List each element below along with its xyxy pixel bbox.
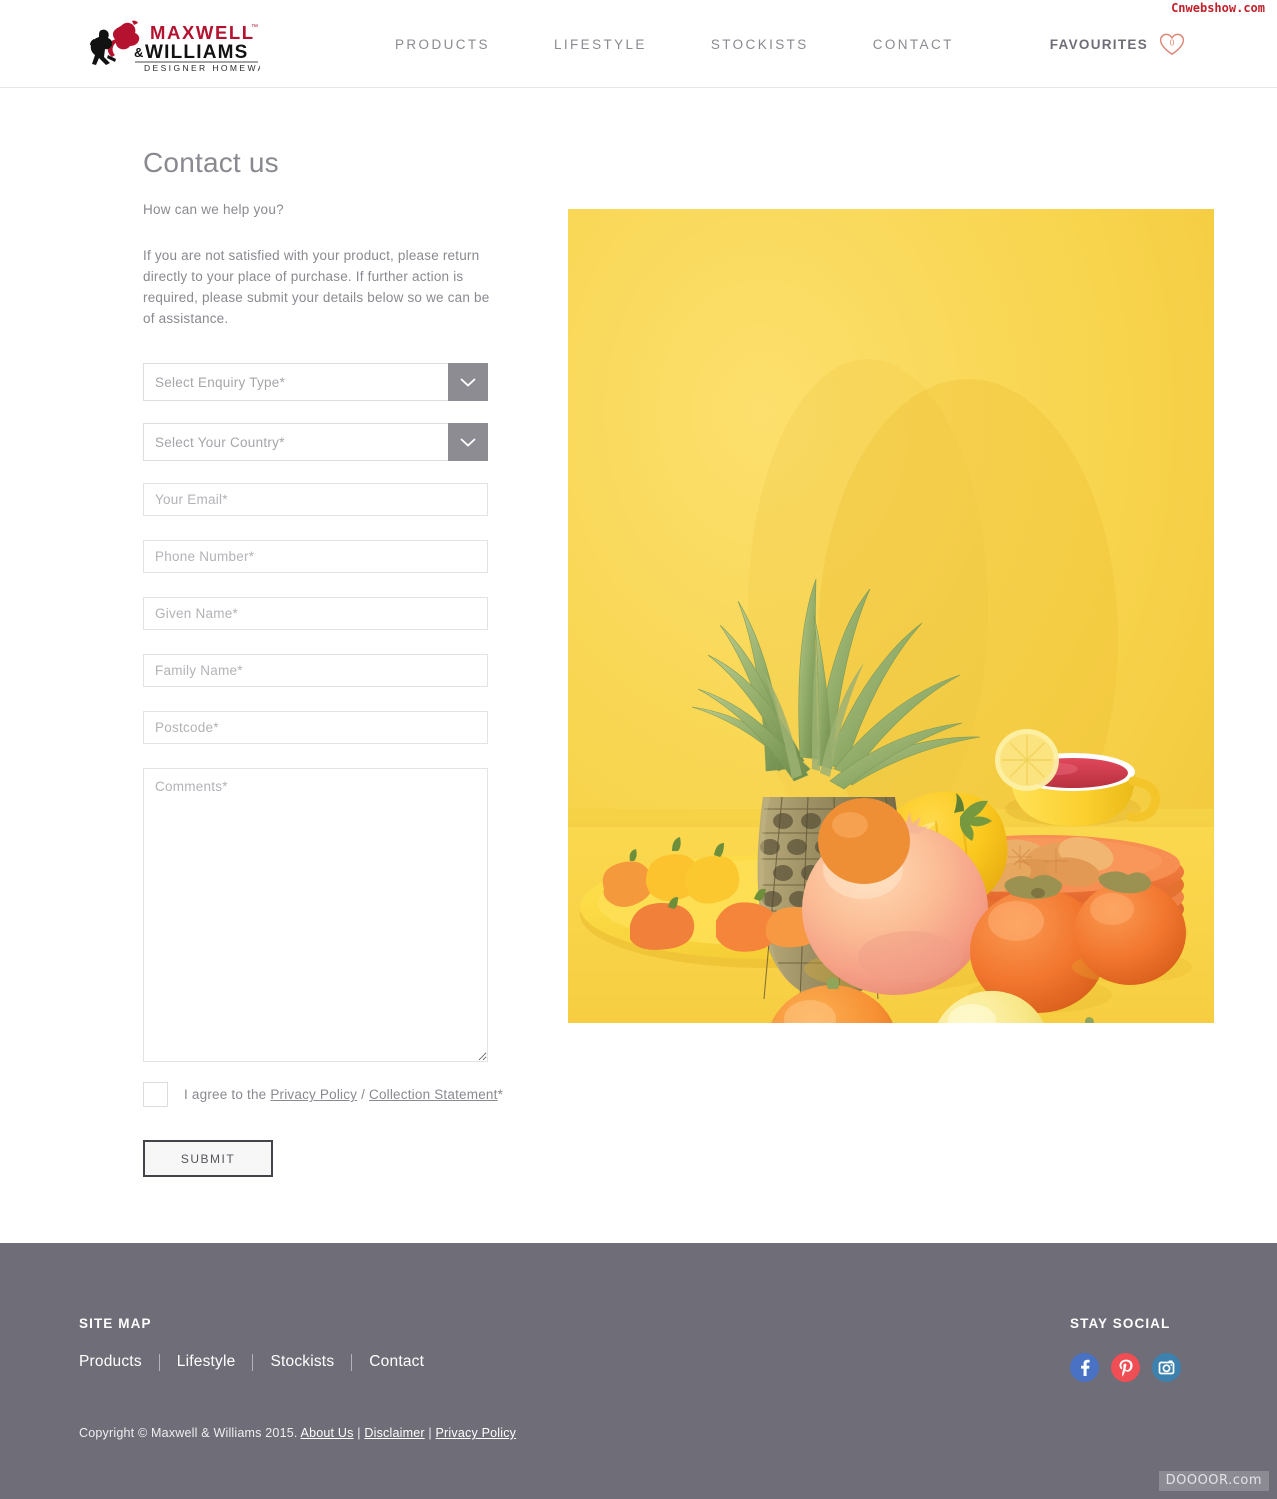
footer-social: STAY SOCIAL (1070, 1316, 1185, 1382)
footer-privacy-policy-link[interactable]: Privacy Policy (436, 1426, 517, 1440)
contact-form-column: Contact us How can we help you? If you a… (143, 147, 503, 1178)
sitemap-heading: SITE MAP (79, 1316, 152, 1331)
email-field[interactable] (143, 483, 488, 517)
nav-item-contact[interactable]: CONTACT (841, 37, 986, 52)
divider: | (353, 1426, 365, 1440)
footer-copyright: Copyright © Maxwell & Williams 2015. Abo… (79, 1426, 516, 1440)
instagram-icon[interactable] (1152, 1353, 1181, 1382)
copyright-text: Copyright © Maxwell & Williams 2015. (79, 1426, 301, 1440)
fruit-still-life-illustration (568, 209, 1214, 1023)
brand-logo[interactable]: MAXWELL ™ & WILLIAMS DESIGNER HOMEWARES (88, 17, 260, 72)
agree-divider: / (357, 1087, 369, 1103)
social-icons (1070, 1353, 1185, 1382)
nav-item-lifestyle[interactable]: LIFESTYLE (522, 37, 679, 52)
footer-link-stockists[interactable]: Stockists (253, 1353, 351, 1371)
footer-link-lifestyle[interactable]: Lifestyle (160, 1353, 253, 1371)
agree-prefix: I agree to the (184, 1087, 271, 1103)
svg-text:WILLIAMS: WILLIAMS (145, 42, 249, 63)
site-header: MAXWELL ™ & WILLIAMS DESIGNER HOMEWARES … (0, 0, 1277, 88)
svg-text:MAXWELL: MAXWELL (150, 22, 255, 43)
favourites-link[interactable]: FAVOURITES 0 (1050, 0, 1185, 88)
divider: | (424, 1426, 436, 1440)
lemon-slice (995, 729, 1059, 791)
svg-text:&: & (134, 45, 143, 60)
facebook-icon[interactable] (1070, 1353, 1099, 1382)
phone-field[interactable] (143, 540, 488, 574)
contact-form: Select Enquiry Type* Select Your Country… (143, 363, 503, 1178)
submit-button[interactable]: SUBMIT (143, 1140, 273, 1178)
agree-checkbox[interactable] (143, 1082, 168, 1108)
sitemap-links: Products Lifestyle Stockists Contact (79, 1353, 441, 1371)
agree-label: I agree to the Privacy Policy / Collecti… (184, 1087, 503, 1102)
watermark-top: Cnwebshow.com (1171, 1, 1265, 15)
pinterest-icon[interactable] (1111, 1353, 1140, 1382)
given-name-field[interactable] (143, 597, 488, 631)
footer-link-contact[interactable]: Contact (352, 1353, 441, 1371)
privacy-policy-link[interactable]: Privacy Policy (270, 1087, 357, 1102)
agree-row: I agree to the Privacy Policy / Collecti… (143, 1082, 503, 1108)
page-title: Contact us (143, 147, 279, 178)
enquiry-type-value: Select Enquiry Type* (155, 374, 286, 390)
country-value: Select Your Country* (155, 434, 285, 450)
nav-item-products[interactable]: PRODUCTS (395, 37, 522, 52)
comments-field[interactable] (143, 768, 488, 1063)
favourites-count: 0 (1170, 37, 1175, 47)
footer-link-products[interactable]: Products (79, 1353, 159, 1371)
svg-text:DESIGNER HOMEWARES: DESIGNER HOMEWARES (144, 63, 260, 72)
nav-item-stockists[interactable]: STOCKISTS (679, 37, 841, 52)
site-footer: SITE MAP Products Lifestyle Stockists Co… (0, 1243, 1277, 1499)
family-name-field[interactable] (143, 654, 488, 688)
intro-paragraph: If you are not satisfied with your produ… (143, 247, 490, 326)
about-us-link[interactable]: About Us (301, 1426, 354, 1440)
agree-suffix: * (497, 1087, 504, 1103)
main-content: Contact us How can we help you? If you a… (0, 88, 1277, 1243)
social-heading: STAY SOCIAL (1070, 1316, 1171, 1331)
watermark-bottom: DOOOOR.com (1158, 1471, 1269, 1491)
orange-behind (818, 798, 910, 884)
hero-image (568, 209, 1214, 1023)
subtitle: How can we help you? (143, 201, 284, 217)
main-navigation: PRODUCTS LIFESTYLE STOCKISTS CONTACT (395, 0, 986, 88)
heart-icon: 0 (1159, 33, 1185, 56)
disclaimer-link[interactable]: Disclaimer (364, 1426, 424, 1440)
collection-statement-link[interactable]: Collection Statement (369, 1087, 498, 1102)
chevron-down-icon[interactable] (448, 363, 488, 402)
country-select[interactable]: Select Your Country* (143, 423, 488, 462)
svg-text:™: ™ (251, 24, 258, 31)
footer-sitemap: SITE MAP Products Lifestyle Stockists Co… (79, 1316, 441, 1371)
enquiry-type-select[interactable]: Select Enquiry Type* (143, 363, 488, 402)
chevron-down-icon[interactable] (448, 423, 488, 462)
favourites-label: FAVOURITES (1049, 36, 1148, 52)
postcode-field[interactable] (143, 711, 488, 745)
logo-icon: MAXWELL ™ & WILLIAMS DESIGNER HOMEWARES (90, 20, 260, 72)
